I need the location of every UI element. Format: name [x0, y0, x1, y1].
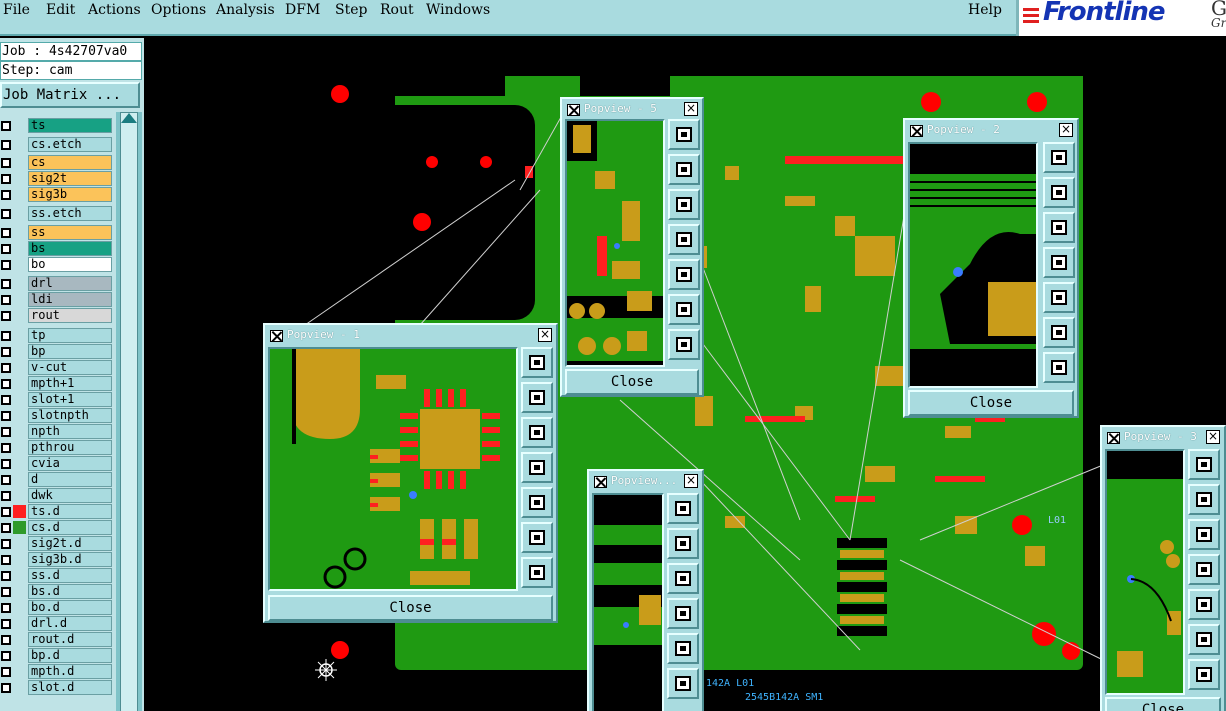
popview-4-title[interactable]: Popview... ×	[591, 473, 700, 490]
popview-5-viewport[interactable]	[565, 119, 665, 367]
zoom-in-icon[interactable]	[521, 522, 553, 553]
popview-1-title[interactable]: Popview - 1 ×	[267, 327, 554, 344]
popview-3-title-text: Popview - 3	[1124, 430, 1197, 443]
pan-up-icon[interactable]	[667, 528, 699, 559]
popview-icon	[567, 104, 580, 116]
zoom-in-icon[interactable]	[1043, 317, 1075, 348]
popview-3-window[interactable]: Popview - 3 × Close	[1100, 425, 1226, 711]
pan-left-icon[interactable]	[1188, 554, 1220, 585]
zoom-in-icon[interactable]	[667, 668, 699, 699]
popview-5-title-text: Popview - 5	[584, 102, 657, 115]
pan-down-icon[interactable]	[1188, 519, 1220, 550]
popview-3-viewport[interactable]	[1105, 449, 1185, 695]
popview-1-window[interactable]: Popview - 1 × Close	[263, 323, 558, 623]
zoom-box-icon[interactable]	[521, 347, 553, 378]
pan-right-icon[interactable]	[521, 487, 553, 518]
pan-left-icon[interactable]	[668, 224, 700, 255]
pan-right-icon[interactable]	[1188, 589, 1220, 620]
pan-down-icon[interactable]	[667, 563, 699, 594]
popview-1-viewport[interactable]	[268, 347, 518, 591]
popview-5-window[interactable]: Popview - 5 × Close	[560, 97, 704, 397]
popview-1-close-button[interactable]: Close	[268, 595, 553, 621]
zoom-in-icon[interactable]	[1188, 624, 1220, 655]
popview-2-title[interactable]: Popview - 2 ×	[907, 122, 1075, 139]
zoom-box-icon[interactable]	[667, 493, 699, 524]
pan-right-icon[interactable]	[668, 259, 700, 290]
zoom-out-icon[interactable]	[1188, 659, 1220, 690]
popview-4-title-text: Popview...	[611, 474, 678, 487]
pan-left-icon[interactable]	[1043, 247, 1075, 278]
popview-4-window[interactable]: Popview... ×	[587, 469, 704, 711]
pan-up-icon[interactable]	[668, 154, 700, 185]
popview-3-close-button[interactable]: Close	[1105, 697, 1221, 711]
pan-right-icon[interactable]	[667, 633, 699, 664]
close-icon[interactable]: ×	[684, 102, 698, 116]
zoom-out-icon[interactable]	[668, 329, 700, 360]
zoom-box-icon[interactable]	[1188, 449, 1220, 480]
pan-up-icon[interactable]	[521, 382, 553, 413]
pan-right-icon[interactable]	[1043, 282, 1075, 313]
zoom-out-icon[interactable]	[1043, 352, 1075, 383]
close-icon[interactable]: ×	[684, 474, 698, 488]
pan-up-icon[interactable]	[1188, 484, 1220, 515]
pan-left-icon[interactable]	[521, 452, 553, 483]
popview-2-viewport[interactable]	[908, 142, 1038, 388]
zoom-out-icon[interactable]	[521, 557, 553, 588]
pan-down-icon[interactable]	[1043, 212, 1075, 243]
popview-2-close-button[interactable]: Close	[908, 390, 1074, 416]
zoom-box-icon[interactable]	[1043, 142, 1075, 173]
zoom-box-icon[interactable]	[668, 119, 700, 150]
popview-2-window[interactable]: Popview - 2 × Close	[903, 118, 1079, 418]
popview-3-title[interactable]: Popview - 3 ×	[1104, 429, 1222, 446]
popview-4-viewport[interactable]	[592, 493, 664, 711]
popview-5-close-button[interactable]: Close	[565, 369, 699, 395]
close-icon[interactable]: ×	[538, 328, 552, 342]
close-icon[interactable]: ×	[1059, 123, 1073, 137]
popview-icon	[594, 476, 607, 488]
popview-5-title[interactable]: Popview - 5 ×	[564, 101, 700, 118]
popview-2-title-text: Popview - 2	[927, 123, 1000, 136]
popview-1-title-text: Popview - 1	[287, 328, 360, 341]
pan-down-icon[interactable]	[668, 189, 700, 220]
pan-up-icon[interactable]	[1043, 177, 1075, 208]
popview-icon	[1107, 432, 1120, 444]
popview-icon	[910, 125, 923, 137]
popview-icon	[270, 330, 283, 342]
pan-down-icon[interactable]	[521, 417, 553, 448]
close-icon[interactable]: ×	[1206, 430, 1220, 444]
zoom-in-icon[interactable]	[668, 294, 700, 325]
pan-left-icon[interactable]	[667, 598, 699, 629]
